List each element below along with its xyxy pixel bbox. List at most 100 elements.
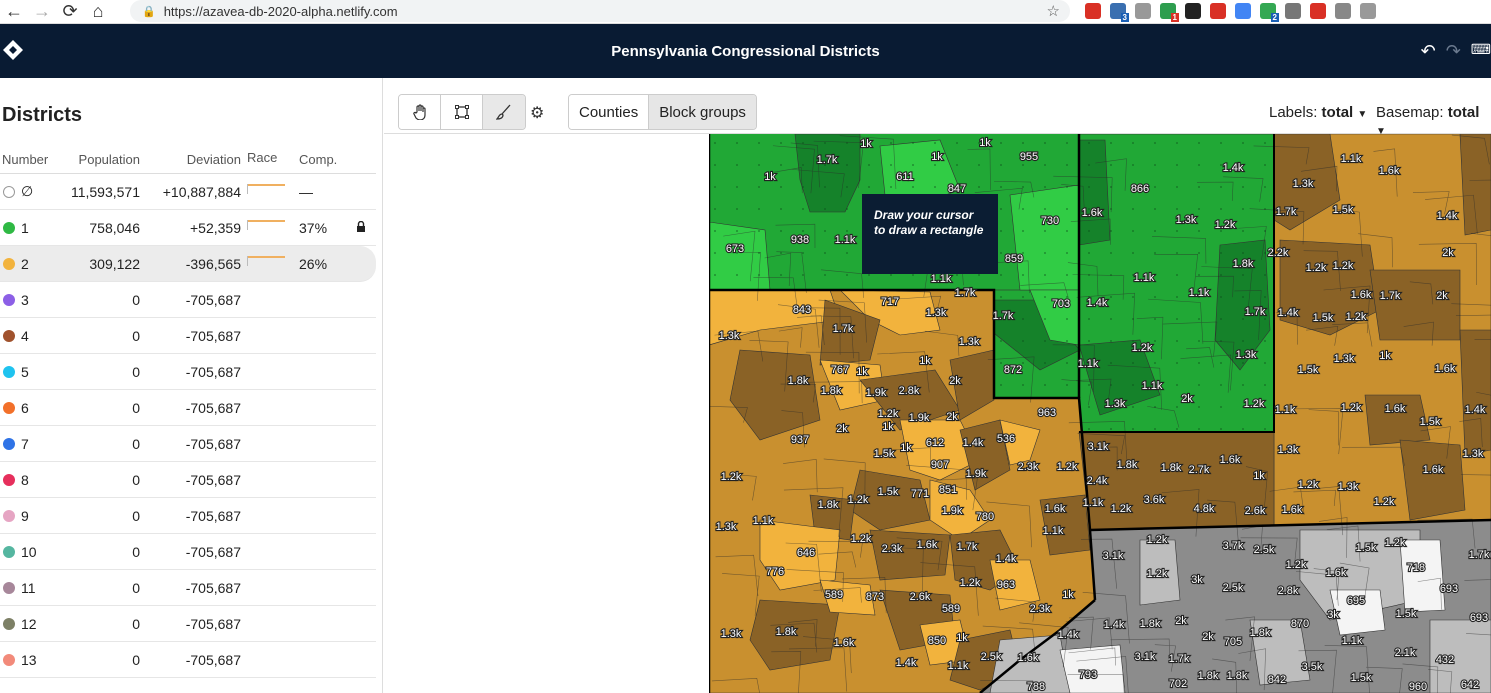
population-label: 1.8k (1140, 618, 1161, 630)
tool-group (398, 94, 526, 130)
labels-selector[interactable]: Labels: total ▼ (1269, 104, 1367, 121)
column-race: Race (247, 149, 278, 165)
district-population: 758,046 (89, 219, 140, 236)
district-number-cell: 9 (0, 508, 50, 524)
block-group-shape[interactable] (1399, 439, 1466, 521)
population-label: 646 (797, 547, 815, 559)
population-label: 1.1k (1342, 635, 1363, 647)
gear-icon[interactable]: ⚙ (530, 103, 544, 123)
population-label: 703 (1052, 298, 1070, 310)
lock-icon[interactable] (356, 220, 366, 232)
district-row[interactable]: 10 0 -705,687 (0, 534, 376, 570)
population-label: 1k (1379, 350, 1391, 362)
race-bar-tick (247, 219, 248, 230)
population-label: 1.7k (1245, 306, 1266, 318)
district-compactness: — (299, 183, 313, 200)
population-label: 1.6k (1282, 504, 1303, 516)
population-label: 3k (1191, 574, 1203, 586)
population-label: 963 (1038, 407, 1056, 419)
district-row[interactable]: 1 758,046 +52,359 37% (0, 210, 376, 246)
forward-icon[interactable]: → (28, 0, 56, 24)
population-label: 1.5k (1298, 364, 1319, 376)
basemap-label: Basemap: (1376, 104, 1444, 121)
basemap-selector[interactable]: Basemap: total ▼ (1376, 104, 1491, 138)
population-label: 1.4k (1223, 162, 1244, 174)
population-label: 788 (1027, 681, 1045, 693)
district-row[interactable]: 9 0 -705,687 (0, 498, 376, 534)
extension-icon[interactable] (1085, 3, 1101, 19)
population-label: 1.1k (1043, 525, 1064, 537)
extension-icon[interactable]: 1 (1160, 3, 1179, 22)
extension-icon[interactable]: 3 (1110, 3, 1129, 22)
rectangle-tool-button[interactable] (441, 95, 483, 129)
extension-icon[interactable] (1235, 3, 1251, 19)
column-comp: Comp. (299, 152, 338, 167)
brush-tool-button[interactable] (483, 95, 525, 129)
district-row[interactable]: 7 0 -705,687 (0, 426, 376, 462)
race-bar (247, 183, 285, 186)
map-canvas[interactable]: 1k 1.7k 1k 1k 1k 955 611 847 673 938 1.1k 730 859 1.1… (384, 134, 1491, 693)
district-row[interactable]: ∅ 11,593,571 +10,887,884 — (0, 174, 376, 210)
population-label: 1.2k (1341, 402, 1362, 414)
pan-tool-button[interactable] (399, 95, 441, 129)
population-label: 1.2k (1306, 262, 1327, 274)
population-label: 1.6k (1423, 464, 1444, 476)
block-group-shape[interactable] (869, 529, 951, 581)
home-icon[interactable]: ⌂ (84, 0, 112, 24)
population-label: 842 (1268, 674, 1286, 686)
extension-icon[interactable] (1285, 3, 1301, 19)
app-title: Pennsylvania Congressional Districts (611, 42, 880, 60)
population-label: 1.8k (776, 626, 797, 638)
district-color-dot (3, 329, 15, 342)
population-label: 1.2k (1132, 342, 1153, 354)
basemap-value: total (1447, 104, 1480, 121)
keyboard-icon[interactable]: ⌨ (1471, 41, 1491, 62)
extension-icon[interactable] (1210, 3, 1226, 19)
undo-icon[interactable]: ↶ (1421, 41, 1436, 62)
counties-button[interactable]: Counties (569, 95, 650, 129)
district-race-chart (241, 434, 293, 454)
profile-avatar[interactable] (1360, 3, 1376, 19)
bookmark-star-icon[interactable]: ☆ (1047, 2, 1060, 20)
district-compactness: 37% (299, 219, 328, 236)
block-groups-button[interactable]: Block groups (649, 95, 756, 129)
extension-icon[interactable] (1185, 3, 1201, 19)
back-icon[interactable]: ← (0, 0, 28, 24)
extension-icon[interactable]: 2 (1260, 3, 1279, 22)
district-color-dot (3, 581, 15, 594)
population-label: 2.8k (1278, 585, 1299, 597)
district-row[interactable]: 8 0 -705,687 (0, 462, 376, 498)
address-bar[interactable]: 🔒 https://azavea-db-2020-alpha.netlify.c… (130, 0, 1070, 22)
reload-icon[interactable]: ⟳ (56, 0, 84, 24)
population-label: 730 (1041, 215, 1059, 227)
district-race-chart (241, 470, 293, 490)
population-label: 907 (931, 459, 949, 471)
district-number: 1 (21, 219, 29, 236)
block-group-shape[interactable] (1399, 539, 1446, 613)
population-label: 2.4k (1087, 475, 1108, 487)
block-group-shape[interactable] (1369, 269, 1461, 341)
district-row[interactable]: 12 0 -705,687 (0, 606, 376, 642)
redo-icon[interactable]: ↷ (1446, 41, 1461, 62)
district-row[interactable]: 4 0 -705,687 (0, 318, 376, 354)
brush-icon (496, 104, 511, 120)
block-group-shape[interactable] (1459, 329, 1491, 456)
district-row[interactable]: 3 0 -705,687 (0, 282, 376, 318)
column-deviation: Deviation (186, 152, 241, 167)
district-row[interactable]: 5 0 -705,687 (0, 354, 376, 390)
population-label: 4.8k (1194, 503, 1215, 515)
extension-icon[interactable] (1335, 3, 1351, 19)
population-label: 1.4k (1465, 404, 1486, 416)
district-row[interactable]: 2 309,122 -396,565 26% (0, 246, 376, 282)
population-label: 1.2k (1147, 568, 1168, 580)
extension-icon[interactable] (1135, 3, 1151, 19)
district-row[interactable]: 11 0 -705,687 (0, 570, 376, 606)
district-lock-cell[interactable] (348, 220, 374, 235)
district-population: 0 (132, 435, 140, 452)
district-number-cell: 12 (0, 616, 50, 632)
extension-icon[interactable] (1310, 3, 1326, 19)
app-logo-icon[interactable] (2, 39, 24, 61)
district-row[interactable]: 13 0 -705,687 (0, 642, 376, 678)
district-row[interactable]: 6 0 -705,687 (0, 390, 376, 426)
population-label: 963 (997, 579, 1015, 591)
